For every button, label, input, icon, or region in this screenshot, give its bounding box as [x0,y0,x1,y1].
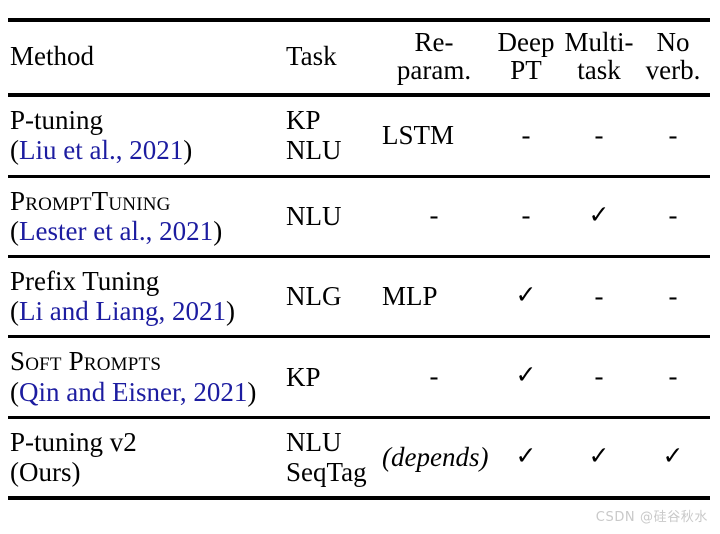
task-line2: SeqTag [286,457,367,488]
cell-deep-pt: ✓ [515,362,537,390]
paren-close: ) [183,135,193,166]
column-header-reparam: Re- param. [378,22,490,95]
cell-task: NLU SeqTag [282,419,378,498]
table-bottom-rule [8,496,710,503]
cell-task: KP NLU [282,97,378,176]
cell-reparam: - [429,200,439,231]
cell-deep-pt: ✓ [515,442,537,470]
paren-open: ( [10,296,19,327]
method-citation-line: (Qin and Eisner, 2021) [10,377,282,407]
cell-multi-task: - [594,280,604,311]
cell-deep-pt: - [521,200,531,231]
cell-method: P-tuning v2 (Ours) [8,419,282,498]
cell-task: NLU [282,178,378,257]
paren-open: ( [10,376,19,407]
column-header-deep-pt-line2: PT [510,54,542,85]
cell-method: Soft Prompts (Qin and Eisner, 2021) [8,338,282,417]
paren-open: ( [10,457,19,488]
cell-reparam: - [429,361,439,392]
column-header-no-verb-line1: No [656,27,690,57]
citation-link[interactable]: Liu et al., 2021 [19,135,183,165]
table-row: Soft Prompts (Qin and Eisner, 2021) KP -… [8,338,710,417]
cell-reparam: MLP [382,280,438,311]
cell-task: NLG [282,258,378,337]
method-name: P-tuning v2 [10,426,137,457]
cell-method: PromptTuning (Lester et al., 2021) [8,178,282,257]
table-row: P-tuning v2 (Ours) NLU SeqTag (depends) … [8,419,710,498]
method-name: P-tuning [10,105,104,136]
cell-method: Prefix Tuning (Li and Liang, 2021) [8,258,282,337]
method-citation-line: (Liu et al., 2021) [10,135,282,165]
paren-close: ) [213,215,223,246]
column-header-no-verb-line2: verb. [645,54,701,85]
cell-deep-pt: ✓ [515,281,537,309]
cell-multi-task: ✓ [588,442,610,470]
paren-close: ) [225,296,235,327]
task-line2: NLU [286,135,342,166]
cell-no-verb: - [668,280,678,311]
paren-close: ) [71,457,81,488]
cell-no-verb: - [668,200,678,231]
task-line1: NLG [286,281,342,312]
cell-multi-task: - [594,119,604,150]
task-line1: KP [286,361,321,392]
method-citation-line: (Lester et al., 2021) [10,216,282,246]
column-header-multi-task-line2: task [577,54,621,85]
table-row: P-tuning (Liu et al., 2021) KP NLU LSTM … [8,97,710,176]
table-header-row: Method Task Re- param. Deep PT Multi- ta… [8,22,710,95]
table-row: Prefix Tuning (Li and Liang, 2021) NLG M… [8,258,710,337]
citation-link[interactable]: Li and Liang, 2021 [19,296,226,326]
column-header-deep-pt-line1: Deep [497,27,555,57]
column-header-multi-task-line1: Multi- [564,27,634,57]
method-name: Prefix Tuning [10,266,160,296]
method-citation-line: (Li and Liang, 2021) [10,296,282,326]
column-header-reparam-line2: param. [396,54,472,85]
task-line1: NLU [286,200,342,231]
column-header-method: Method [10,40,94,71]
column-header-multi-task: Multi- task [562,22,636,95]
paren-close: ) [247,376,257,407]
column-header-reparam-line1: Re- [414,27,454,57]
table-row: PromptTuning (Lester et al., 2021) NLU -… [8,178,710,257]
task-line1: NLU [286,426,342,457]
cell-no-verb: - [668,119,678,150]
prompting-methods-comparison-table: Method Task Re- param. Deep PT Multi- ta… [8,18,710,503]
cell-multi-task: - [594,361,604,392]
column-header-task: Task [286,40,337,71]
task-line1: KP [286,105,321,136]
cell-method: P-tuning (Liu et al., 2021) [8,97,282,176]
cell-deep-pt: - [521,119,531,150]
paren-open: ( [10,135,19,166]
csdn-watermark: CSDN @硅谷秋水 [595,510,708,525]
method-name: PromptTuning [10,185,171,216]
citation-link[interactable]: Qin and Eisner, 2021 [19,377,247,407]
cell-task: KP [282,338,378,417]
cell-no-verb: ✓ [662,442,684,470]
method-name: Soft Prompts [10,346,162,377]
comparison-table-container: Method Task Re- param. Deep PT Multi- ta… [8,18,710,503]
citation-link: Ours [19,457,72,488]
column-header-deep-pt: Deep PT [490,22,562,95]
method-citation-line: (Ours) [10,457,282,487]
cell-no-verb: - [668,361,678,392]
column-header-no-verb: No verb. [636,22,710,95]
cell-multi-task: ✓ [588,201,610,229]
citation-link[interactable]: Lester et al., 2021 [19,216,213,246]
cell-reparam: LSTM [382,119,455,150]
cell-reparam: (depends) [382,441,489,472]
paren-open: ( [10,215,19,246]
